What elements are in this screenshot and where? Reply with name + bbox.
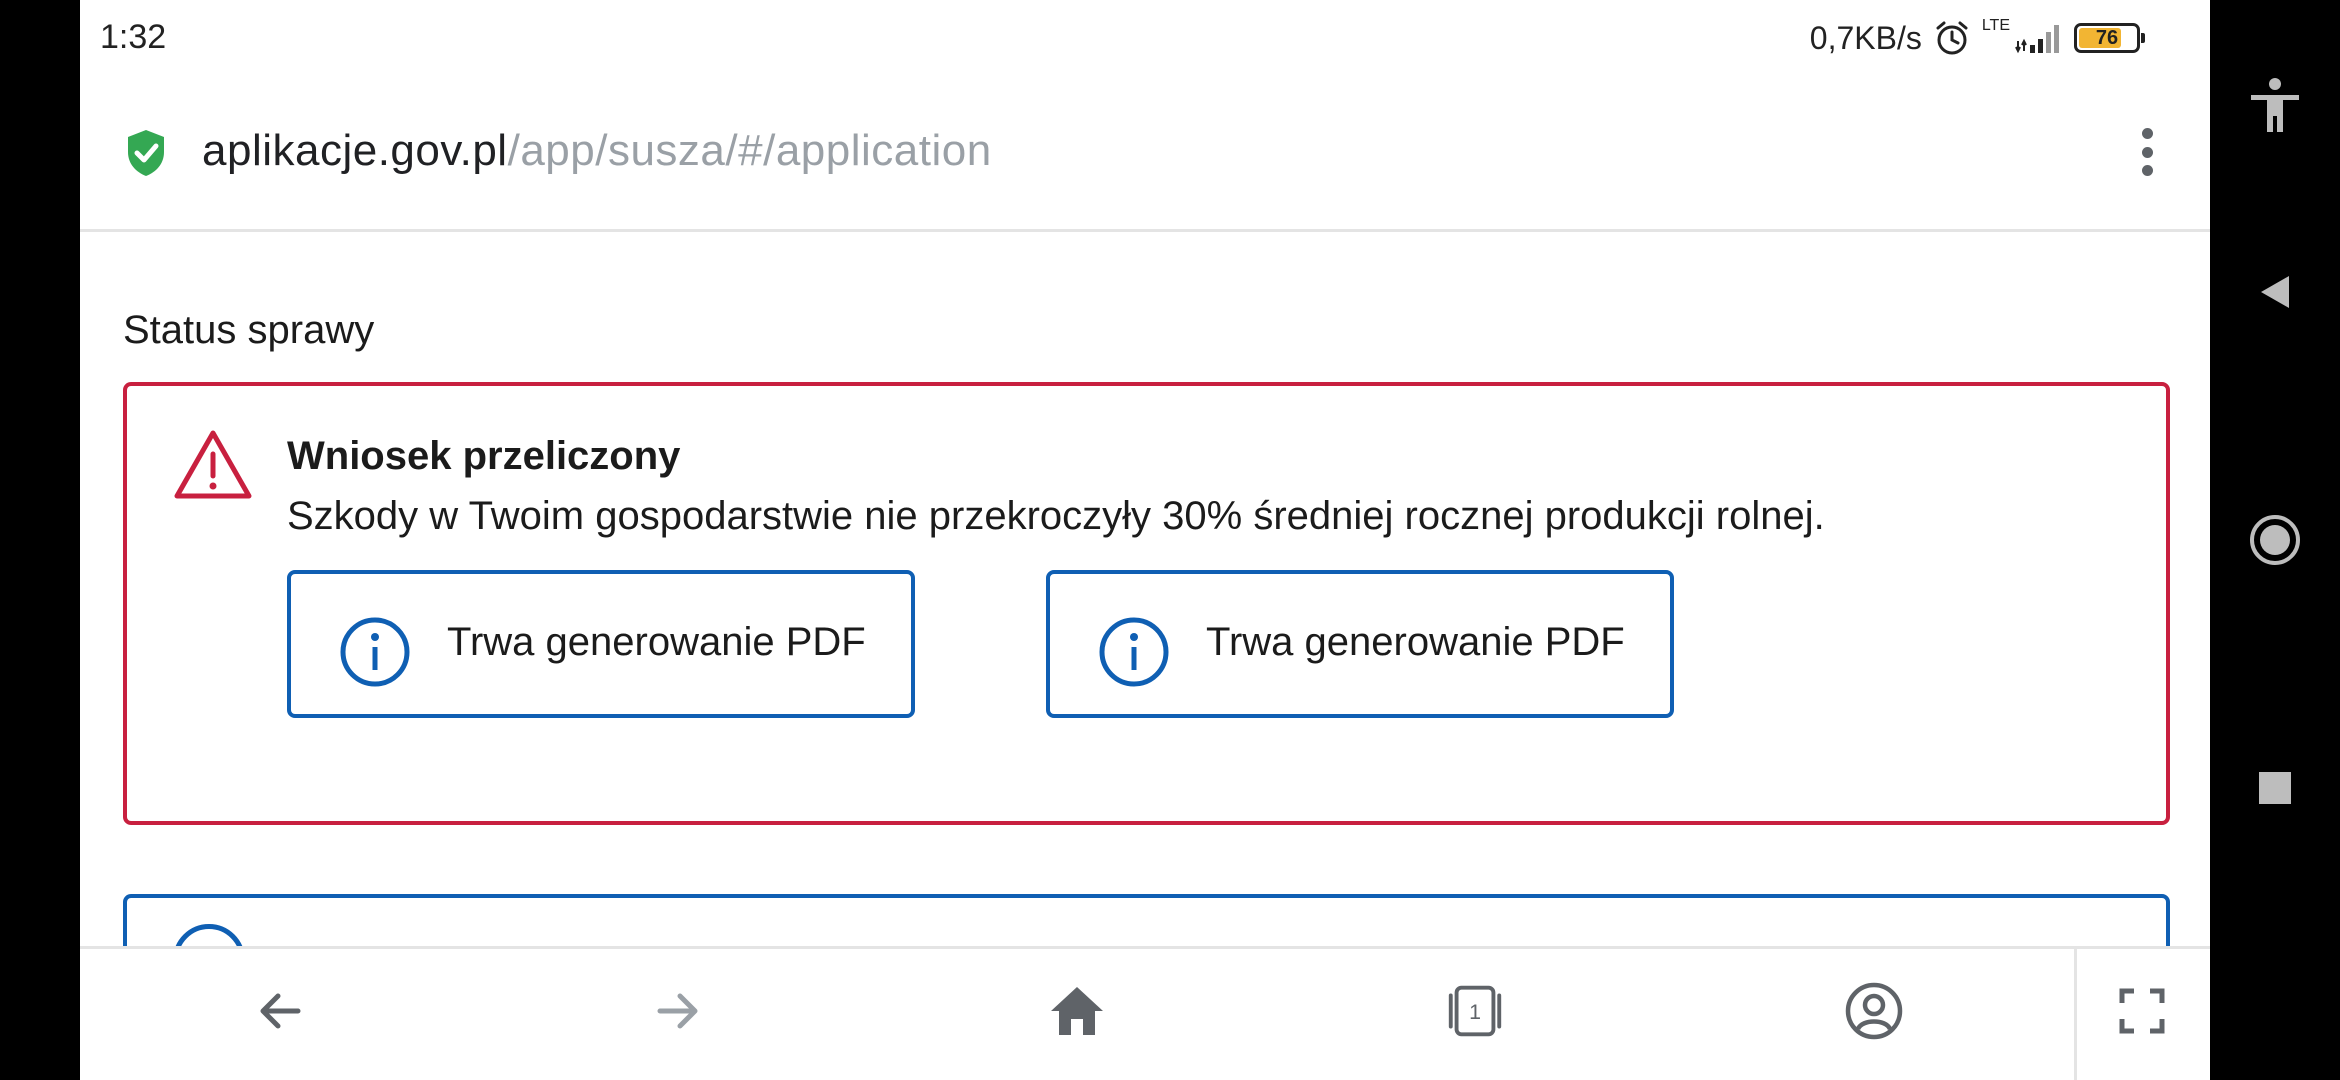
nav-back-icon	[2261, 276, 2289, 308]
nav-home-button[interactable]	[2245, 510, 2305, 570]
info-icon	[1099, 617, 1169, 687]
home-icon	[1051, 987, 1103, 1035]
url-path: /app/susza/#/application	[507, 126, 992, 175]
forward-button[interactable]	[646, 979, 710, 1043]
fullscreen-icon	[2119, 988, 2165, 1034]
info-icon	[340, 617, 410, 687]
status-bar: 1:32 0,7KB/s LTE 76	[80, 0, 2210, 76]
system-nav-bar	[2210, 0, 2340, 1080]
browser-toolbar: 1	[80, 946, 2210, 1080]
nav-recents-icon	[2259, 772, 2291, 804]
tabs-button[interactable]: 1	[1443, 979, 1507, 1043]
pdf-button-label: Trwa generowanie PDF	[1206, 620, 1625, 664]
pdf-generating-button-1[interactable]: Trwa generowanie PDF	[287, 570, 915, 718]
browser-menu-icon[interactable]	[2142, 128, 2154, 176]
signal-icon	[2015, 25, 2059, 54]
toolbar-divider	[2074, 949, 2077, 1080]
nav-recents-button[interactable]	[2245, 758, 2305, 818]
section-title: Status sprawy	[123, 308, 375, 352]
left-black-bar	[0, 0, 80, 1080]
alert-title: Wniosek przeliczony	[287, 434, 681, 478]
secure-shield-icon	[128, 130, 164, 176]
forward-icon	[657, 993, 698, 1029]
home-button[interactable]	[1045, 979, 1109, 1043]
account-icon	[1845, 982, 1903, 1040]
nav-back-button[interactable]	[2245, 262, 2305, 322]
alert-message: Szkody w Twoim gospodarstwie nie przekro…	[287, 494, 1825, 538]
url-host: aplikacje.gov.pl	[202, 126, 508, 175]
phone-screen: 1:32 0,7KB/s LTE 76 aplikacje.gov.pl/app…	[80, 0, 2210, 1080]
pdf-generating-button-2[interactable]: Trwa generowanie PDF	[1046, 570, 1674, 718]
page-content: Status sprawy Wniosek przeliczony Szkody…	[80, 232, 2210, 1014]
battery-level: 76	[2095, 26, 2119, 49]
status-indicators: 0,7KB/s LTE 76	[1809, 14, 2145, 62]
tab-count: 1	[1469, 1000, 1481, 1024]
back-button[interactable]	[248, 979, 312, 1043]
status-alert: Wniosek przeliczony Szkody w Twoim gospo…	[123, 382, 2170, 825]
account-button[interactable]	[1842, 979, 1906, 1043]
status-time: 1:32	[100, 18, 167, 56]
fullscreen-button[interactable]	[2110, 979, 2174, 1043]
pdf-button-label: Trwa generowanie PDF	[447, 620, 866, 664]
alarm-icon	[1936, 21, 1968, 55]
network-speed: 0,7KB/s	[1809, 19, 1922, 56]
nav-home-icon	[2250, 515, 2300, 565]
accessibility-icon	[2251, 78, 2299, 132]
url-text[interactable]: aplikacje.gov.pl/app/susza/#/application	[202, 126, 992, 176]
browser-address-bar[interactable]: aplikacje.gov.pl/app/susza/#/application	[80, 76, 2210, 232]
tabs-icon: 1	[1448, 985, 1502, 1037]
back-icon	[260, 993, 301, 1029]
accessibility-button[interactable]	[2245, 76, 2305, 136]
warning-triangle-icon	[174, 430, 252, 499]
network-type: LTE	[1981, 17, 2010, 34]
battery-icon: 76	[2074, 23, 2145, 53]
